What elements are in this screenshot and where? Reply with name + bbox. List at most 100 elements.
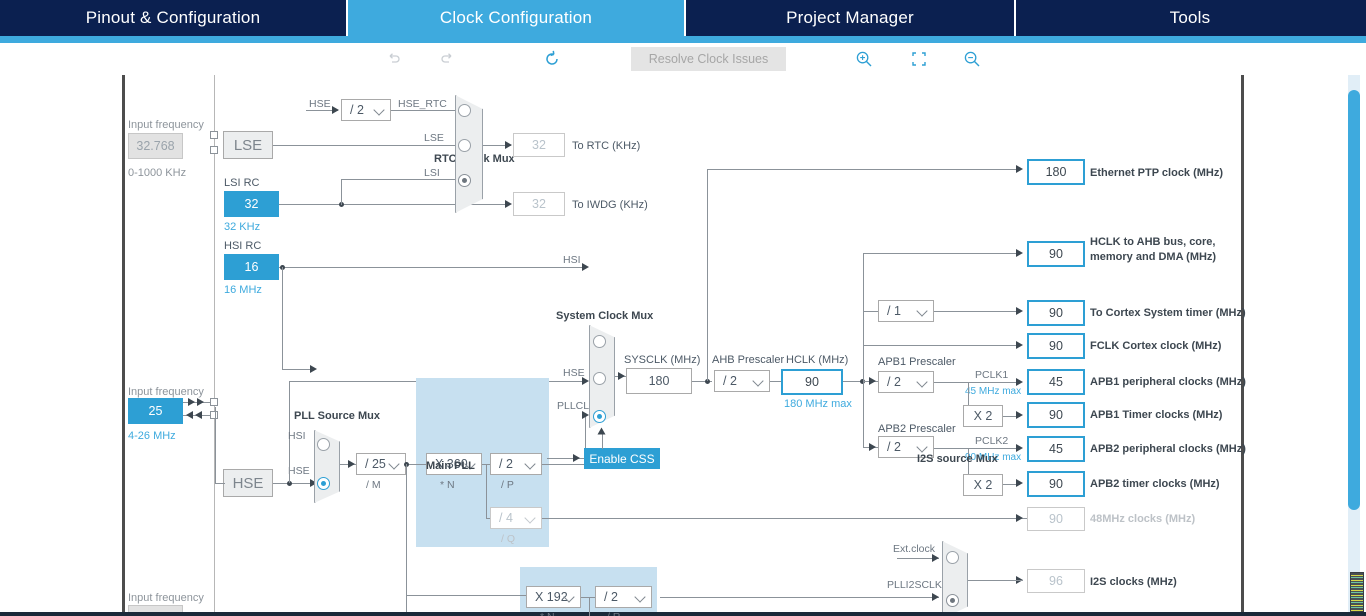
pll-n-label: * N [440,479,455,491]
arrow-apb2-periph [1016,444,1023,452]
wire-hsertc-to-mux [391,110,466,111]
lsi-rc-field[interactable]: 32 [224,191,279,217]
output-apb2-peripheral-clocks-field[interactable]: 45 [1027,436,1085,462]
tab-project-manager[interactable]: Project Manager [686,0,1016,36]
right-boundary-rule [1241,75,1244,616]
hclk-max-label: 180 MHz max [784,398,852,410]
apb2-prescaler-label: APB2 Prescaler [878,423,956,435]
pll-q-divider-combo[interactable]: / 4 [490,507,542,529]
refresh-icon[interactable] [538,43,566,75]
wire-r-to-i2smux [660,597,939,598]
main-tab-bar: Pinout & Configuration Clock Configurati… [0,0,1366,36]
wire-lse-to-mux [273,145,466,146]
output-ethernet-ptp-clock-field[interactable]: 180 [1027,159,1085,185]
pll-p-label: / P [501,479,514,491]
lse-node[interactable]: LSE [223,131,273,159]
arrow-sysclk [618,372,625,380]
tab-tools[interactable]: Tools [1016,0,1364,36]
output-apb1-timer-clocks-field[interactable]: 90 [1027,402,1085,428]
enable-css-button[interactable]: Enable CSS [584,448,660,469]
wire-q-to-48mhz [542,518,1029,519]
sysclk-field[interactable]: 180 [626,368,692,394]
chevron-down-icon [388,458,400,470]
undo-icon[interactable] [380,43,408,75]
pll-p-divider-combo[interactable]: / 2 [490,453,542,475]
pll-m-value: / 25 [365,457,386,471]
hclk-field[interactable]: 90 [781,369,843,395]
plli2s-n-label: * N [540,611,555,616]
wire-sysclk-up-eth [707,169,708,381]
hse-rtc-divider-value: / 2 [350,103,364,117]
hse-signal-label: HSE [309,98,331,110]
wire-i2smux-out [968,580,1023,581]
apb1-prescaler-combo[interactable]: / 2 [878,371,934,393]
apb2-timer-multiplier: X 2 [963,474,1003,496]
zoom-in-icon[interactable] [850,43,878,75]
plli2s-n-multiplier-combo[interactable]: X 192 [526,586,581,608]
vertical-scrollbar-thumb[interactable] [1348,90,1360,510]
system-clock-mux-option-pllclk[interactable] [593,410,606,423]
plli2sclk-label: PLLI2SCLK [887,579,942,591]
i2s-mux-option-ext-clock[interactable] [946,551,959,564]
system-clock-mux-option-hsi[interactable] [593,335,606,348]
arrow-plli2sclk-i2smux [932,593,939,601]
wire-hse-node-out [273,483,314,484]
hse-node[interactable]: HSE [223,469,273,497]
resolve-clock-issues-button[interactable]: Resolve Clock Issues [631,47,786,71]
hse-input-frequency-field[interactable]: 25 [128,398,183,424]
pll-m-divider-combo[interactable]: / 25 [356,453,406,475]
hse-rtc-signal-label: HSE_RTC [398,98,447,110]
output-fclk-cortex-clock-field[interactable]: 90 [1027,333,1085,359]
hsi-rc-field[interactable]: 16 [224,254,279,280]
output-ethernet-ptp-clock-label: Ethernet PTP clock (MHz) [1090,167,1224,179]
pll-p-value: / 2 [499,457,513,471]
clock-toolbar: Resolve Clock Issues [0,43,1366,75]
plli2s-r-divider-combo[interactable]: / 2 [595,586,652,608]
lse-input-frequency-field[interactable]: 32.768 [128,133,183,159]
wire-n-down-to-q [486,464,487,518]
wire-hclk-ahb-out [863,253,1020,254]
rtc-mux-option-lsi[interactable] [458,174,471,187]
hse-pllmux-label: HSE [288,465,310,477]
arrow-48mhz [1016,514,1023,522]
hse-input-caption: Input frequency [128,386,204,398]
tab-clock-configuration[interactable]: Clock Configuration [348,0,686,36]
system-clock-mux-option-hse[interactable] [593,372,606,385]
arrow-apb2-timer [1016,479,1023,487]
zoom-out-icon[interactable] [958,43,986,75]
arrow-hse-in-1 [188,398,195,406]
redo-icon[interactable] [433,43,461,75]
ahb-prescaler-combo[interactable]: / 2 [714,370,770,392]
cortex-systimer-divider-combo[interactable]: / 1 [878,300,934,322]
arrow-hse-back-1 [186,411,193,419]
ahb-prescaler-label: AHB Prescaler [712,354,785,366]
output-apb2-timer-clocks-field[interactable]: 90 [1027,471,1085,497]
pll-source-mux-option-hse[interactable] [317,477,330,490]
pll-source-mux-option-hsi[interactable] [317,438,330,451]
output-apb2-peripheral-clocks-label: APB2 peripheral clocks (MHz) [1090,443,1246,455]
chevron-down-icon [524,512,536,524]
output-48mhz-clocks-label: 48MHz clocks (MHz) [1090,513,1196,525]
arrow-pllmux-m [348,460,355,468]
fit-to-screen-icon[interactable] [905,43,933,75]
wire-eth-ptp [707,169,1020,170]
wire-hse-term-to-node [215,483,225,484]
hsi-rc-unit: 16 MHz [224,284,262,296]
hse-rtc-divider-combo[interactable]: / 2 [341,99,391,121]
wire-hse-term-down [215,407,216,483]
output-cortex-system-timer-field[interactable]: 90 [1027,300,1085,326]
output-apb1-peripheral-clocks-field[interactable]: 45 [1027,369,1085,395]
wire-hclk-fclk [863,345,1020,346]
resize-grip[interactable] [1350,572,1364,612]
wire-hsi-down [282,267,283,369]
output-hclk-ahb-bus-field[interactable]: 90 [1027,241,1085,267]
arrow-ext-i2smux [932,554,939,562]
plli2s-r-value: / 2 [604,590,618,604]
i2s-mux-option-plli2sclk[interactable] [946,594,959,607]
rtc-mux-option-hse-rtc[interactable] [458,104,471,117]
rtc-mux-option-lse[interactable] [458,139,471,152]
apb2-prescaler-value: / 2 [887,440,901,454]
tab-pinout-configuration[interactable]: Pinout & Configuration [0,0,348,36]
to-rtc-field: 32 [513,133,565,157]
i2s-ext-clock-label: Ext.clock [893,543,936,555]
